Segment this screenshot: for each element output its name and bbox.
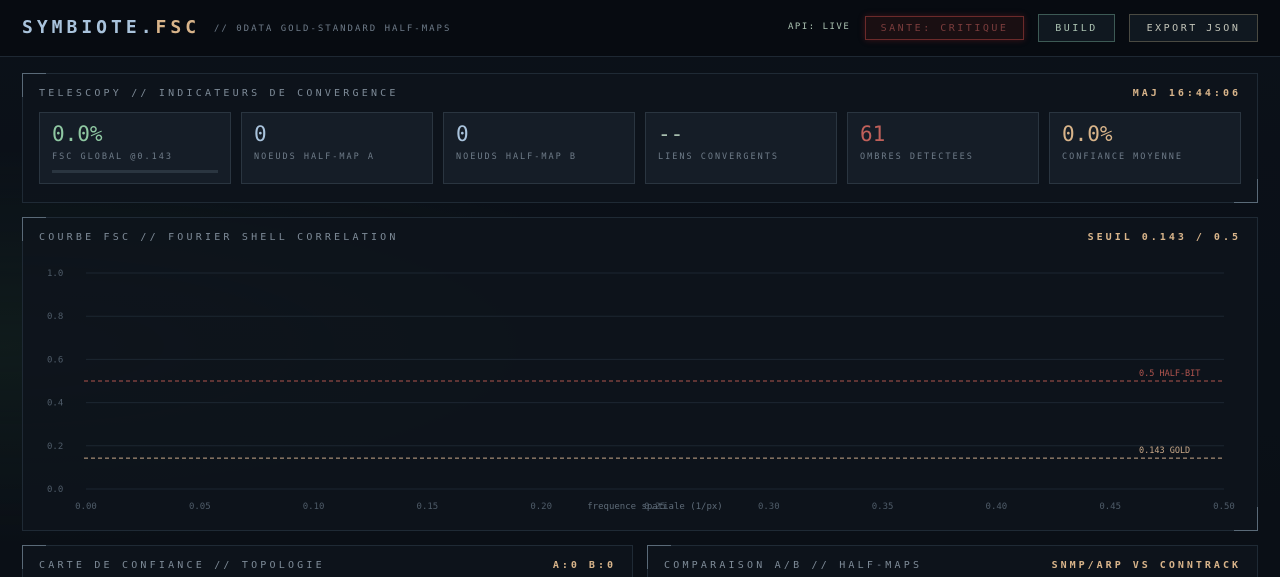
metric-value: 0.0%: [1062, 122, 1113, 146]
metric-label: NOEUDS HALF-MAP A: [254, 152, 375, 162]
app-subtitle: // 0DATA GOLD-STANDARD HALF-MAPS: [214, 24, 452, 34]
confidence-map-panel: CARTE DE CONFIANCE // TOPOLOGIE A:0 B:0: [22, 545, 633, 577]
metric-label: OMBRES DETECTEES: [860, 152, 974, 162]
top-bar: SYMBIOTE.FSC // 0DATA GOLD-STANDARD HALF…: [0, 0, 1280, 57]
metric-card: 0 NOEUDS HALF-MAP A: [241, 112, 433, 184]
y-tick-label: 0.4: [47, 399, 63, 409]
x-tick-label: 0.05: [189, 502, 211, 512]
metric-value: --: [658, 122, 684, 146]
metric-label: NOEUDS HALF-MAP B: [456, 152, 577, 162]
metric-value: 0: [254, 122, 267, 146]
y-tick-label: 1.0: [47, 269, 63, 279]
x-axis-label: frequence spatiale (1/px): [587, 502, 722, 512]
metric-value: 61: [860, 122, 886, 146]
comparison-panel: COMPARAISON A/B // HALF-MAPS SNMP/ARP VS…: [647, 545, 1258, 577]
brand-main: SYMBIOTE.: [22, 17, 156, 38]
fsc-chart: 0.0 0.2 0.4 0.6 0.8 1.0 0.00 0.05 0.10 0.15 0.20 0.…: [47, 269, 1235, 512]
half-map-counts: A:0 B:0: [552, 560, 616, 571]
threshold-label: 0.5 HALF-BIT: [1139, 369, 1200, 379]
metric-value: 0: [456, 122, 469, 146]
build-button[interactable]: BUILD: [1038, 14, 1115, 42]
app-brand: SYMBIOTE.FSC: [22, 17, 200, 38]
export-json-button[interactable]: EXPORT JSON: [1129, 14, 1258, 42]
panel-title: TELESCOPY // INDICATEURS DE CONVERGENCE: [39, 88, 399, 99]
y-tick-label: 0.2: [47, 442, 63, 452]
metric-card: 61 OMBRES DETECTEES: [847, 112, 1039, 184]
fsc-progress-bar: [52, 170, 218, 173]
threshold-label: 0.143 GOLD: [1139, 446, 1190, 456]
metric-label: LIENS CONVERGENTS: [658, 152, 779, 162]
health-status-button[interactable]: SANTE: CRITIQUE: [865, 16, 1024, 40]
metric-label: FSC GLOBAL @0.143: [52, 152, 173, 162]
metric-value: 0.0%: [52, 122, 103, 146]
api-status: API: LIVE: [788, 22, 851, 32]
telescopy-panel: TELESCOPY // INDICATEURS DE CONVERGENCE …: [22, 73, 1258, 203]
x-tick-label: 0.20: [530, 502, 552, 512]
update-time: MAJ 16:44:06: [1132, 88, 1241, 99]
x-tick-label: 0.40: [986, 502, 1008, 512]
fsc-chart-panel: COURBE FSC // FOURIER SHELL CORRELATION …: [22, 217, 1258, 531]
brand-accent: FSC: [155, 17, 201, 38]
metric-card: 0 NOEUDS HALF-MAP B: [443, 112, 635, 184]
panel-title: COMPARAISON A/B // HALF-MAPS: [664, 560, 923, 571]
y-tick-label: 0.6: [47, 355, 63, 365]
metric-card: -- LIENS CONVERGENTS: [645, 112, 837, 184]
y-tick-label: 0.8: [47, 312, 63, 322]
x-tick-label: 0.15: [417, 502, 439, 512]
comparison-mode: SNMP/ARP VS CONNTRACK: [1051, 560, 1241, 571]
metric-card: 0.0% FSC GLOBAL @0.143: [39, 112, 231, 184]
x-tick-label: 0.50: [1213, 502, 1235, 512]
panel-title: CARTE DE CONFIANCE // TOPOLOGIE: [39, 560, 325, 571]
x-tick-label: 0.30: [758, 502, 780, 512]
x-tick-label: 0.10: [303, 502, 325, 512]
metric-label: CONFIANCE MOYENNE: [1062, 152, 1183, 162]
x-tick-label: 0.45: [1099, 502, 1121, 512]
x-tick-label: 0.00: [75, 502, 97, 512]
x-tick-label: 0.35: [872, 502, 894, 512]
metric-card: 0.0% CONFIANCE MOYENNE: [1049, 112, 1241, 184]
y-tick-label: 0.0: [47, 485, 63, 495]
